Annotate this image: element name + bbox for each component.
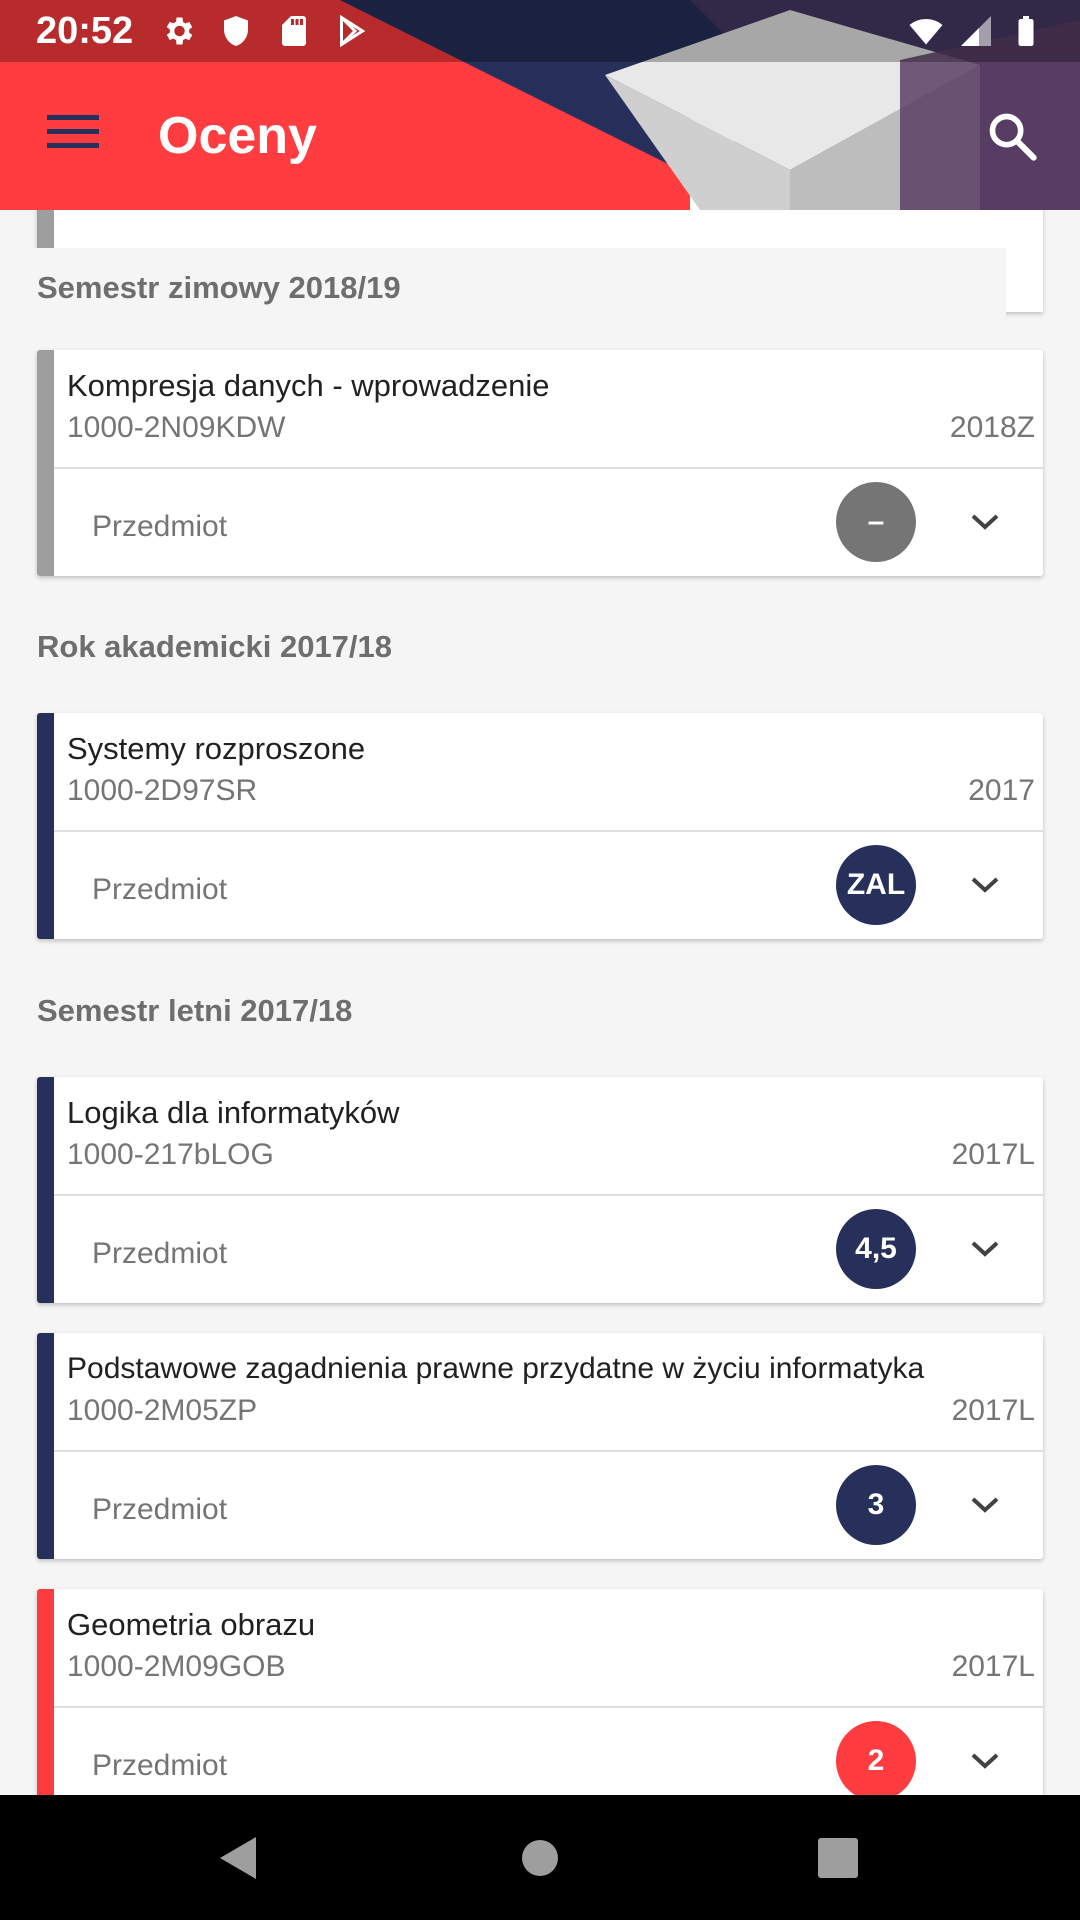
course-type: Przedmiot xyxy=(92,1237,228,1270)
expand-button[interactable] xyxy=(965,1741,1005,1781)
card-accent xyxy=(37,1077,54,1303)
course-type: Przedmiot xyxy=(92,873,228,906)
menu-button[interactable] xyxy=(38,102,108,162)
shield-icon xyxy=(224,16,248,46)
course-code: 1000-2M05ZP xyxy=(67,1394,258,1427)
play-store-icon xyxy=(340,14,366,48)
app-header: 20:52 Oceny xyxy=(0,0,1080,210)
battery-icon xyxy=(1018,16,1034,46)
status-bar: 20:52 xyxy=(0,0,1080,62)
course-type: Przedmiot xyxy=(92,1493,228,1526)
chevron-down-icon xyxy=(971,514,999,530)
course-code: 1000-2D97SR xyxy=(67,774,258,807)
course-code: 1000-2N09KDW xyxy=(67,411,286,444)
grade-badge: 2 xyxy=(836,1721,916,1795)
card-divider xyxy=(54,1706,1043,1708)
course-name: Geometria obrazu xyxy=(67,1607,316,1642)
card-accent xyxy=(37,1333,54,1559)
course-name: Logika dla informatyków xyxy=(67,1095,400,1130)
page-title: Oceny xyxy=(158,107,317,165)
course-code: 1000-217bLOG xyxy=(67,1138,274,1171)
hamburger-menu-icon xyxy=(47,115,99,148)
card-divider xyxy=(54,1194,1043,1196)
course-type: Przedmiot xyxy=(92,1749,228,1782)
gear-icon xyxy=(166,17,193,45)
grade-badge: – xyxy=(836,482,916,562)
section-title: Semestr zimowy 2018/19 xyxy=(0,248,1006,328)
expand-button[interactable] xyxy=(965,502,1005,542)
sd-card-icon xyxy=(282,16,306,46)
course-name: Kompresja danych - wprowadzenie xyxy=(67,368,550,403)
card-divider xyxy=(54,467,1043,469)
section-title-text: Semestr zimowy 2018/19 xyxy=(37,270,401,305)
course-name: Systemy rozproszone xyxy=(67,731,366,766)
search-button[interactable] xyxy=(974,98,1050,174)
card-divider xyxy=(54,1450,1043,1452)
expand-button[interactable] xyxy=(965,865,1005,905)
course-name: Podstawowe zagadnienia prawne przydatne … xyxy=(67,1352,925,1385)
course-type: Przedmiot xyxy=(92,510,228,543)
grades-list[interactable]: Semestr zimowy 2018/19 Kompresja danych … xyxy=(0,210,1080,1795)
recents-button[interactable] xyxy=(803,1823,873,1893)
chevron-down-icon xyxy=(971,1241,999,1257)
grade-badge: 3 xyxy=(836,1465,916,1545)
course-term: 2017L xyxy=(951,1394,1035,1427)
card-accent xyxy=(37,1589,54,1795)
section-title: Semestr letni 2017/18 xyxy=(37,993,353,1028)
expand-button[interactable] xyxy=(965,1229,1005,1269)
course-term: 2017L xyxy=(951,1138,1035,1171)
section-title: Rok akademicki 2017/18 xyxy=(37,629,393,664)
course-card[interactable]: Kompresja danych - wprowadzenie 1000-2N0… xyxy=(37,350,1043,576)
back-button[interactable] xyxy=(203,1823,273,1893)
course-card[interactable]: Geometria obrazu 1000-2M09GOB 2017L Prze… xyxy=(37,1589,1043,1795)
card-divider xyxy=(54,830,1043,832)
card-accent xyxy=(37,350,54,576)
system-navigation-bar xyxy=(0,1795,1080,1920)
status-icons-left xyxy=(160,13,370,49)
course-term: 2017 xyxy=(968,774,1035,807)
course-card[interactable]: Podstawowe zagadnienia prawne przydatne … xyxy=(37,1333,1043,1559)
chevron-down-icon xyxy=(971,1753,999,1769)
recents-square-icon xyxy=(818,1838,858,1878)
expand-button[interactable] xyxy=(965,1485,1005,1525)
course-term: 2017L xyxy=(951,1650,1035,1683)
back-triangle-icon xyxy=(220,1837,256,1879)
grade-badge: ZAL xyxy=(836,845,916,925)
card-accent xyxy=(37,713,54,939)
home-circle-icon xyxy=(522,1840,558,1876)
chevron-down-icon xyxy=(971,1497,999,1513)
home-button[interactable] xyxy=(505,1823,575,1893)
search-icon xyxy=(989,113,1037,161)
grade-badge: 4,5 xyxy=(836,1209,916,1289)
status-time: 20:52 xyxy=(36,10,134,52)
course-card[interactable]: Systemy rozproszone 1000-2D97SR 2017 Prz… xyxy=(37,713,1043,939)
status-icons-right xyxy=(908,13,1044,49)
course-code: 1000-2M09GOB xyxy=(67,1650,286,1683)
course-term: 2018Z xyxy=(949,411,1035,444)
chevron-down-icon xyxy=(971,877,999,893)
signal-icon xyxy=(961,16,991,46)
wifi-icon xyxy=(909,18,943,45)
app-bar: Oceny xyxy=(0,62,1080,210)
course-card[interactable]: Logika dla informatyków 1000-217bLOG 201… xyxy=(37,1077,1043,1303)
